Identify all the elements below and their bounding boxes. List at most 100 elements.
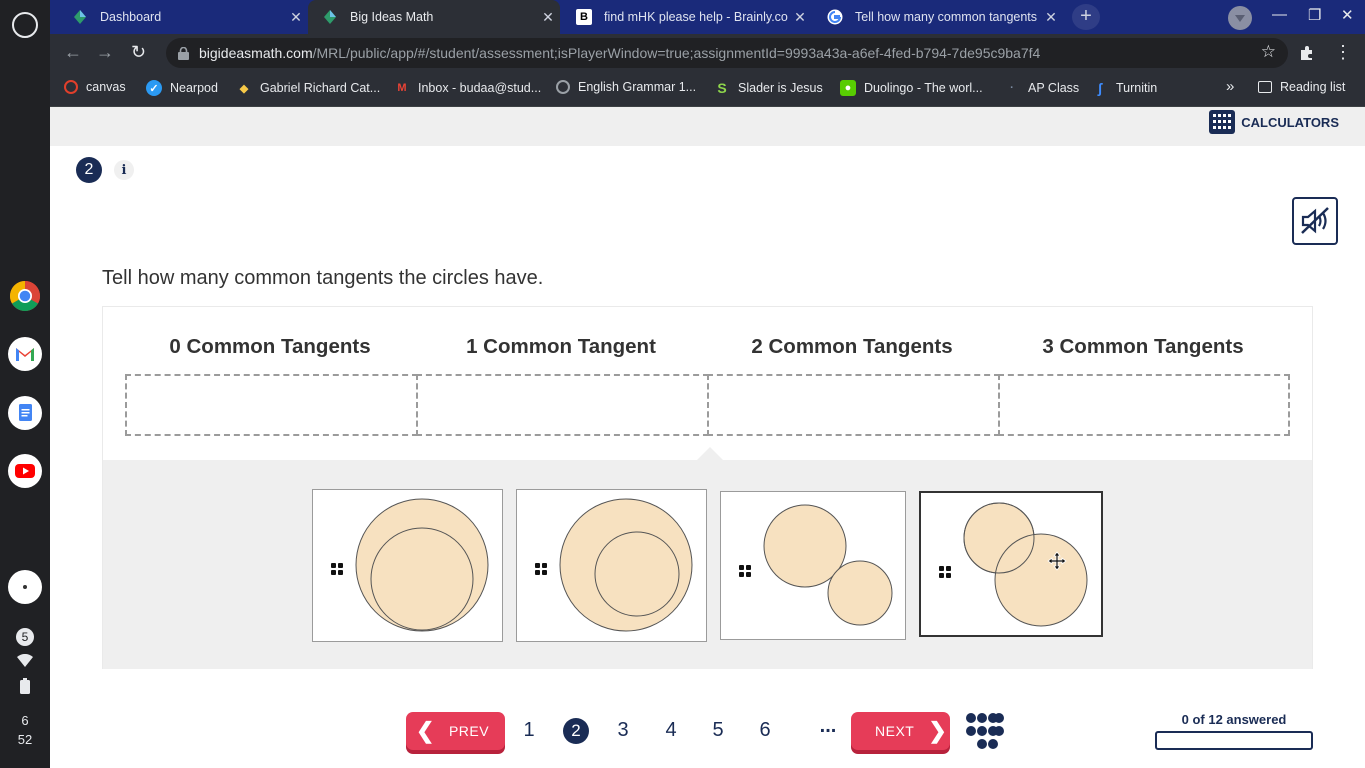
account-avatar-icon[interactable] — [7, 569, 43, 605]
youtube-icon[interactable] — [7, 453, 43, 489]
bank-pointer — [697, 447, 723, 460]
notification-count: 5 — [16, 628, 34, 646]
card-intersecting-circles[interactable] — [919, 491, 1103, 637]
lock-icon[interactable] — [178, 47, 189, 60]
bookmark-gabriel-richard[interactable]: ◆ Gabriel Richard Cat... — [236, 80, 380, 96]
more-menu-icon[interactable]: ⋮ — [1334, 42, 1352, 63]
clock-minute[interactable]: 52 — [0, 732, 50, 747]
close-tab-icon[interactable]: ✕ — [788, 9, 812, 26]
turnitin-icon: ʃ — [1097, 80, 1103, 96]
close-window-icon[interactable]: ✕ — [1341, 6, 1354, 24]
next-label: NEXT — [875, 723, 915, 739]
muted-speaker-icon — [1301, 207, 1329, 234]
tab-strip: Dashboard ✕ Big Ideas Math ✕ B find mHK … — [50, 0, 1365, 34]
page-link-5[interactable]: 5 — [704, 719, 732, 742]
chevron-left-icon: ❮ — [416, 718, 435, 743]
bookmark-label: Duolingo - The worl... — [864, 81, 983, 95]
card-internally-tangent-circles[interactable] — [312, 489, 503, 642]
tab-title: find mHK please help - Brainly.com — [604, 10, 788, 24]
bookmark-nearpod[interactable]: ✓ Nearpod — [146, 80, 218, 96]
page-ellipsis[interactable]: ... — [814, 715, 842, 738]
reload-icon[interactable]: ↻ — [131, 42, 146, 63]
google-logo-icon — [827, 9, 843, 25]
bookmark-label: English Grammar 1... — [578, 80, 697, 94]
question-number-badge: 2 — [76, 157, 102, 183]
column-header: 0 Common Tangents — [169, 335, 371, 358]
page-link-2[interactable]: 2 — [563, 718, 589, 744]
url-text: bigideasmath.com/MRL/public/app/#/studen… — [199, 45, 1040, 61]
bookmark-label: canvas — [86, 80, 126, 94]
tab-big-ideas-math[interactable]: Big Ideas Math ✕ — [308, 0, 560, 34]
column-header: 2 Common Tangents — [751, 335, 953, 358]
answered-progress-bar — [1155, 731, 1313, 750]
page-link-6[interactable]: 6 — [751, 719, 779, 742]
info-icon[interactable]: i — [114, 160, 134, 180]
circles-diagram — [963, 502, 1088, 627]
forward-icon[interactable]: → — [96, 42, 114, 63]
calculator-icon — [1209, 110, 1236, 134]
close-tab-icon[interactable]: ✕ — [536, 9, 560, 26]
bookmark-english-grammar[interactable]: English Grammar 1... — [556, 80, 696, 94]
url-host: bigideasmath.com — [199, 45, 313, 61]
circles-diagram — [763, 504, 893, 626]
drop-zone-3-tangents[interactable] — [998, 374, 1290, 436]
address-bar[interactable]: bigideasmath.com/MRL/public/app/#/studen… — [166, 38, 1288, 68]
close-tab-icon[interactable]: ✕ — [1039, 9, 1063, 26]
clock-hour[interactable]: 6 — [0, 713, 50, 728]
prev-button[interactable]: ❮ PREV — [406, 712, 505, 750]
calculators-label: CALCULATORS — [1241, 114, 1339, 130]
drop-zone-0-tangents[interactable] — [125, 374, 418, 436]
answer-bank — [103, 460, 1312, 669]
extensions-icon[interactable] — [1299, 45, 1315, 61]
notification-badge[interactable]: 5 — [0, 628, 50, 646]
minimize-icon[interactable]: — — [1272, 6, 1287, 23]
tab-title: Big Ideas Math — [350, 10, 434, 24]
ap-icon: · — [1010, 82, 1014, 94]
card-separate-circles[interactable] — [720, 491, 906, 640]
new-tab-button[interactable]: + — [1072, 4, 1100, 30]
bookmark-inbox[interactable]: M Inbox - budaa@stud... — [394, 80, 541, 96]
prev-label: PREV — [448, 723, 490, 739]
bookmark-label: Gabriel Richard Cat... — [260, 81, 381, 95]
reading-list[interactable]: Reading list — [1258, 80, 1345, 94]
page-link-1[interactable]: 1 — [515, 719, 543, 742]
chevron-right-icon: ❯ — [928, 718, 948, 743]
page-link-3[interactable]: 3 — [609, 719, 637, 742]
tab-title: Dashboard — [100, 10, 162, 24]
canvas-icon — [64, 80, 78, 94]
bookmarks-overflow-icon[interactable]: » — [1226, 78, 1234, 95]
tab-dashboard[interactable]: Dashboard ✕ — [58, 0, 308, 34]
docs-icon[interactable] — [7, 395, 43, 431]
calculators-button[interactable]: CALCULATORS — [1209, 107, 1339, 137]
clock-icon — [556, 80, 570, 94]
gmail-icon[interactable] — [7, 336, 43, 372]
chrome-icon[interactable] — [7, 278, 43, 314]
launcher-icon[interactable] — [12, 12, 38, 38]
bookmark-star-icon[interactable]: ☆ — [1261, 42, 1276, 62]
tab-brainly[interactable]: B find mHK please help - Brainly.com ✕ — [562, 0, 812, 34]
big-ideas-logo-icon — [74, 10, 86, 24]
maximize-icon[interactable]: ❐ — [1308, 6, 1321, 24]
question-grid-icon[interactable] — [965, 712, 1005, 750]
bookmark-label: Nearpod — [170, 81, 218, 95]
back-icon[interactable]: ← — [64, 42, 82, 63]
card-nested-circles[interactable] — [516, 489, 707, 642]
bookmarks-bar: canvas ✓ Nearpod ◆ Gabriel Richard Cat... … — [50, 72, 1365, 107]
next-button[interactable]: NEXT ❯ — [851, 712, 950, 750]
close-tab-icon[interactable]: ✕ — [284, 9, 308, 26]
bookmark-turnitin[interactable]: ʃ Turnitin — [1092, 80, 1158, 96]
school-icon: ◆ — [239, 82, 249, 95]
tab-google-search[interactable]: Tell how many common tangents ✕ — [813, 0, 1063, 34]
bookmark-duolingo[interactable]: ● Duolingo - The worl... — [840, 80, 983, 96]
drop-zone-1-tangent[interactable] — [416, 374, 709, 436]
bookmark-ap-class[interactable]: · AP Class — [1004, 80, 1079, 96]
bookmark-slader[interactable]: S Slader is Jesus — [714, 80, 822, 96]
wifi-icon[interactable] — [0, 653, 50, 671]
audio-toggle-button[interactable] — [1292, 197, 1338, 245]
drop-zone-2-tangents[interactable] — [707, 374, 1000, 436]
page-link-4[interactable]: 4 — [657, 719, 685, 742]
battery-icon[interactable] — [0, 678, 50, 697]
bookmark-canvas[interactable]: canvas — [64, 80, 126, 94]
url-path: /MRL/public/app/#/student/assessment;isP… — [312, 45, 1041, 61]
profile-icon[interactable] — [1228, 6, 1252, 30]
